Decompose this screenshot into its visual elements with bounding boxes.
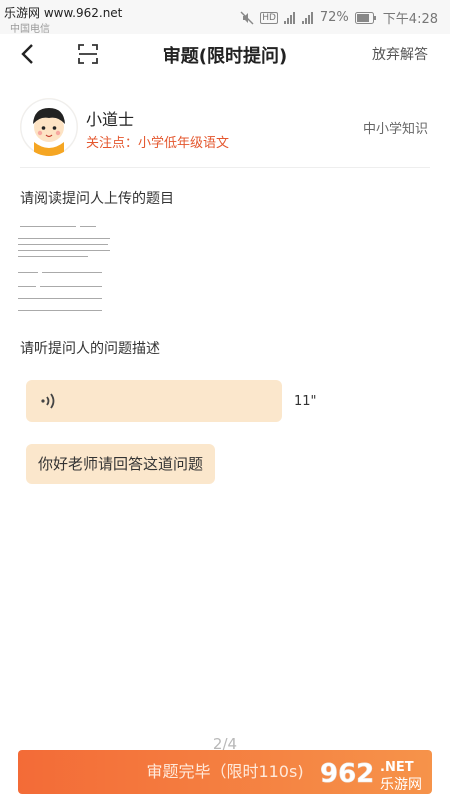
site-watermark: 乐游网 www.962.net: [4, 6, 123, 20]
read-question-label: 请阅读提问人上传的题目: [20, 191, 174, 207]
site-logo-watermark: 962 .NET 乐游网: [318, 752, 446, 796]
abandon-answer-button[interactable]: 放弃解答: [372, 44, 428, 64]
clock: 下午4:28: [382, 12, 438, 27]
asker-profile: 小道士 关注点：小学低年级语文 中小学知识: [20, 98, 430, 168]
status-icons: HD 72% 下午4:28: [240, 8, 438, 27]
nav-bar: 审题(限时提问) 放弃解答: [0, 34, 450, 74]
text-message: 你好老师请回答这道问题: [26, 444, 216, 484]
focus-topic: 关注点：小学低年级语文: [86, 136, 230, 151]
avatar: [20, 98, 78, 156]
carrier-label: 中国电信: [10, 24, 50, 35]
svg-text:962: 962: [320, 759, 374, 789]
question-image[interactable]: [18, 220, 114, 318]
hd-badge: HD: [260, 11, 278, 24]
asker-name: 小道士: [86, 110, 135, 129]
status-bar: 乐游网 www.962.net 中国电信 HD 72% 下午4:28: [0, 0, 450, 35]
voice-wave-icon: [38, 390, 60, 412]
svg-text:.NET: .NET: [380, 760, 414, 775]
signal-2g-icon: [301, 11, 314, 24]
signal-4g-icon: [283, 11, 296, 24]
battery-icon: [354, 11, 377, 24]
battery-percent: 72%: [319, 10, 349, 25]
mute-icon: [240, 11, 254, 25]
voice-duration: 11": [294, 394, 317, 409]
category-label: 中小学知识: [362, 122, 428, 137]
svg-text:乐游网: 乐游网: [380, 777, 422, 793]
voice-message[interactable]: [26, 380, 282, 422]
listen-description-label: 请听提问人的问题描述: [20, 341, 160, 357]
